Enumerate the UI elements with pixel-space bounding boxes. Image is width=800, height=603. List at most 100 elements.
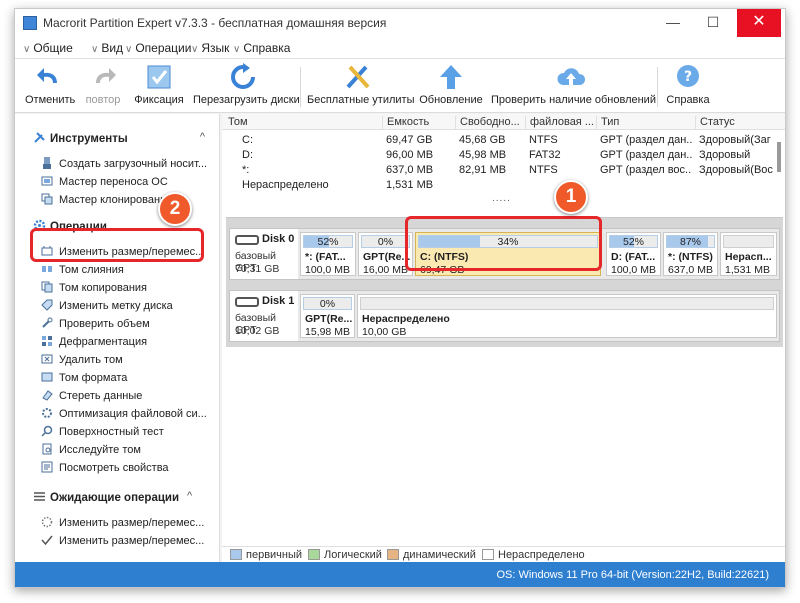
chevron-down-icon: ∨ [91, 44, 99, 55]
partition-block[interactable]: 52% D: (FAT... 100,0 MB [606, 232, 661, 276]
help-icon: ? [677, 65, 699, 87]
legend-dynamic: динамический [387, 549, 476, 561]
sidebar-item-surface-test[interactable]: Поверхностный тест [41, 425, 213, 443]
close-button[interactable]: ✕ [737, 9, 781, 37]
sidebar: Инструменты ^ Создать загрузочный носит.… [15, 114, 220, 562]
clone-icon [41, 193, 53, 205]
table-row[interactable]: Нераспределено 1,531 MB [222, 179, 785, 194]
chevron-down-icon: ∨ [23, 44, 31, 55]
disk-size: 70,31 GB [235, 263, 280, 275]
legend-unallocated: Нераспределено [482, 549, 585, 561]
update-button[interactable]: Обновление [415, 63, 487, 111]
sidebar-item-os-migration[interactable]: Мастер переноса ОС [41, 175, 213, 193]
menu-operations[interactable]: ∨ Операции [125, 41, 191, 55]
sidebar-item-change-label[interactable]: Изменить метку диска [41, 299, 213, 317]
sidebar-item-check-volume[interactable]: Проверить объем [41, 317, 213, 335]
hard-disk-icon [235, 235, 259, 245]
reboot-disks-button[interactable]: Перезагрузить диски [193, 63, 300, 111]
refresh-icon [231, 63, 255, 89]
usb-icon [43, 157, 51, 169]
highlight-resize-item [30, 228, 204, 262]
check-updates-button[interactable]: Проверить наличие обновлений [491, 63, 656, 111]
disk-row[interactable]: Disk 1 базовый GPT 10,02 GB 0% GPT(Re...… [229, 290, 780, 342]
copy-icon [41, 281, 53, 293]
format-icon [41, 372, 53, 382]
usage-bar: 0% [361, 235, 410, 248]
partition-block[interactable]: 87% *: (NTFS) 637,0 MB [663, 232, 718, 276]
usage-bar [723, 235, 774, 248]
redo-button[interactable]: повтор [81, 63, 125, 111]
app-logo-icon [23, 16, 37, 30]
defrag-icon [42, 336, 52, 346]
sidebar-item-delete-volume[interactable]: Удалить том [41, 353, 213, 371]
free-utilities-button[interactable]: Бесплатные утилиты [307, 63, 414, 111]
title-bar: Macrorit Partition Expert v7.3.3 - беспл… [15, 9, 785, 37]
pending-section-header[interactable]: Ожидающие операции [33, 490, 179, 504]
eraser-icon [42, 390, 53, 401]
undo-button[interactable]: Отменить [25, 63, 75, 111]
table-row[interactable]: C: 69,47 GB 45,68 GB NTFS GPT (раздел да… [222, 134, 785, 149]
sidebar-item-wipe-data[interactable]: Стереть данные [41, 389, 213, 407]
col-volume[interactable]: Том [222, 116, 248, 130]
sidebar-item-explore-volume[interactable]: Исследуйте том [41, 443, 213, 461]
sidebar-item-bootable-media[interactable]: Создать загрузочный носит... [41, 157, 213, 175]
sidebar-item-properties[interactable]: Посмотреть свойства [41, 461, 213, 479]
usage-bar: 52% [303, 235, 353, 248]
grid-resize-handle[interactable]: ..... [492, 193, 511, 204]
collapse-caret-icon[interactable]: ^ [187, 490, 192, 502]
menu-help[interactable]: ∨ Справка [233, 41, 290, 55]
sidebar-item-copy-volume[interactable]: Том копирования [41, 281, 213, 299]
step-badge-1: 1 [554, 180, 588, 214]
legend: первичный Логический динамический Нерасп… [222, 546, 785, 562]
disk-info[interactable]: Disk 1 базовый GPT 10,02 GB [230, 291, 298, 341]
disk-transfer-icon [41, 176, 53, 186]
explore-icon [42, 443, 52, 455]
col-status[interactable]: Статус [695, 116, 735, 130]
magnifier-icon [41, 425, 53, 437]
partition-block[interactable]: 0% GPT(Re... 15,98 MB [300, 294, 355, 338]
col-filesystem[interactable]: файловая ... [525, 116, 594, 130]
col-free[interactable]: Свободно... [455, 116, 520, 130]
partition-block[interactable]: 52% *: (FAT... 100,0 MB [300, 232, 356, 276]
col-capacity[interactable]: Емкость [382, 116, 429, 130]
table-scrollbar[interactable] [777, 142, 781, 172]
sidebar-item-optimize-fs[interactable]: Оптимизация файловой си... [41, 407, 213, 425]
commit-button[interactable]: Фиксация [129, 63, 189, 111]
svg-text:?: ? [684, 69, 692, 85]
merge-icon [42, 266, 52, 272]
chevron-down-icon: ∨ [233, 44, 241, 55]
redo-icon [96, 68, 116, 83]
tools-section-header[interactable]: Инструменты [33, 131, 128, 145]
table-row[interactable]: *: 637,0 MB 82,91 MB NTFS GPT (раздел во… [222, 164, 785, 179]
menu-language[interactable]: ∨ Язык [191, 41, 229, 55]
toolbar-separator [657, 67, 658, 107]
table-row[interactable]: D: 96,00 MB 45,98 MB FAT32 GPT (раздел д… [222, 149, 785, 164]
status-bar: OS: Windows 11 Pro 64-bit (Version:22H2,… [15, 562, 785, 587]
list-icon [34, 492, 45, 501]
highlight-partition-c [405, 216, 602, 271]
hard-disk-icon [235, 297, 259, 307]
spinner-icon [41, 516, 53, 528]
maximize-button[interactable]: ☐ [693, 9, 733, 37]
delete-volume-icon [41, 354, 53, 364]
sidebar-item-format-volume[interactable]: Том формата [41, 371, 213, 389]
legend-primary: первичный [230, 549, 302, 561]
collapse-caret-icon[interactable]: ^ [200, 131, 205, 143]
disk-info[interactable]: Disk 0 базовый GPT 70,31 GB [230, 229, 298, 279]
disk-name: Disk 0 [262, 233, 295, 245]
toolbar-separator [300, 67, 301, 107]
sidebar-item-defrag[interactable]: Дефрагментация [41, 335, 213, 353]
menu-general[interactable]: ∨ Общие [23, 41, 73, 55]
undo-icon [37, 68, 57, 83]
window-title: Macrorit Partition Expert v7.3.3 - беспл… [43, 16, 387, 30]
help-button[interactable]: ? Справка [663, 63, 713, 111]
unallocated-block[interactable]: Нераспределено 10,00 GB [357, 294, 777, 338]
pending-item[interactable]: Изменить размер/перемес... [41, 516, 213, 534]
sidebar-item-merge-volume[interactable]: Том слияния [41, 263, 213, 281]
minimize-button[interactable]: — [653, 9, 693, 37]
usage-bar: 52% [609, 235, 658, 248]
pending-item[interactable]: Изменить размер/перемес... [41, 534, 213, 552]
menu-view[interactable]: ∨ Вид [91, 41, 123, 55]
col-type[interactable]: Тип [596, 116, 619, 130]
unallocated-block[interactable]: Нерасп... 1,531 MB [720, 232, 777, 276]
